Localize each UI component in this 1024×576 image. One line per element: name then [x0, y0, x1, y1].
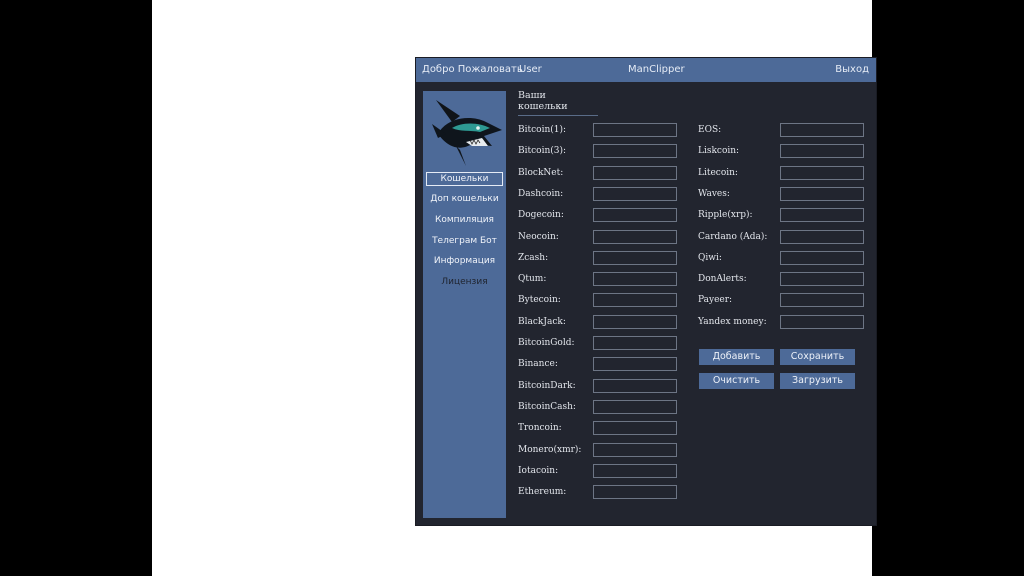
wallet-address-input[interactable]: [593, 208, 677, 223]
wallet-address-input[interactable]: [593, 144, 677, 159]
wallet-label: Bitcoin(1):: [518, 125, 567, 135]
wallet-address-input[interactable]: [780, 186, 864, 201]
wallet-address-input[interactable]: [593, 485, 677, 500]
exit-button[interactable]: Выход: [835, 64, 869, 75]
wallet-label: Waves:: [698, 188, 730, 199]
wallet-label: Qiwi:: [698, 252, 722, 263]
save-button[interactable]: Сохранить: [780, 349, 855, 365]
wallet-address-input[interactable]: [780, 314, 864, 329]
wallet-address-input[interactable]: [593, 442, 677, 457]
app-window: Добро Пожаловать User ManClipper Выход К…: [416, 58, 876, 525]
wallet-label: Dogecoin:: [518, 210, 564, 221]
load-button[interactable]: Загрузить: [780, 373, 855, 389]
wallet-address-input[interactable]: [593, 421, 677, 436]
wallet-label: Yandex money:: [698, 316, 767, 327]
wallet-label: Payeer:: [698, 295, 733, 306]
wallet-label: Litecoin:: [698, 167, 738, 178]
wallet-label: Liskcoin:: [698, 146, 740, 157]
wallet-label: BitcoinDark:: [518, 380, 576, 391]
welcome-text: Добро Пожаловать: [422, 64, 523, 75]
wallet-label: Ethereum:: [518, 487, 567, 498]
wallet-address-input[interactable]: [780, 208, 864, 223]
wallet-label: Zcash:: [518, 252, 549, 263]
wallet-label: Monero(xmr):: [518, 444, 582, 455]
username: User: [519, 64, 542, 75]
screenshot-canvas: Добро Пожаловать User ManClipper Выход К…: [152, 0, 876, 576]
wallet-label: DonAlerts:: [698, 274, 747, 285]
wallet-address-input[interactable]: [780, 293, 864, 308]
shark-logo-icon: [432, 100, 502, 166]
wallet-address-input[interactable]: [593, 123, 677, 137]
wallet-address-input[interactable]: [593, 186, 677, 201]
wallet-address-input[interactable]: [593, 293, 677, 308]
add-button[interactable]: Добавить: [699, 349, 774, 365]
wallet-label: BlackJack:: [518, 316, 566, 327]
wallet-address-input[interactable]: [593, 272, 677, 287]
title-bar: Добро Пожаловать User ManClipper Выход: [416, 58, 876, 82]
wallet-label: Troncoin:: [518, 423, 562, 434]
wallet-label: Bytecoin:: [518, 295, 561, 306]
wallet-address-input[interactable]: [593, 399, 677, 414]
nav-compilation[interactable]: Компиляция: [426, 213, 503, 227]
wallet-label: Ripple(xrp):: [698, 210, 753, 221]
wallet-label: Iotacoin:: [518, 465, 559, 476]
wallet-address-input[interactable]: [593, 463, 677, 478]
wallet-address-input[interactable]: [593, 357, 677, 372]
wallet-address-input[interactable]: [593, 314, 677, 329]
wallet-label: Neocoin:: [518, 231, 559, 242]
wallet-label: Cardano (Ada):: [698, 231, 768, 242]
nav-extra-wallets[interactable]: Доп кошельки: [426, 192, 503, 206]
wallet-label: Bitcoin(3):: [518, 146, 567, 157]
wallet-address-input[interactable]: [593, 229, 677, 244]
wallet-address-input[interactable]: [780, 123, 864, 137]
app-title: ManClipper: [628, 64, 685, 75]
wallet-label: Dashcoin:: [518, 188, 564, 199]
wallet-label: EOS:: [698, 125, 722, 135]
clear-button[interactable]: Очистить: [699, 373, 774, 389]
wallet-label: BlockNet:: [518, 167, 564, 178]
section-title: Ваши кошельки: [518, 90, 598, 116]
wallet-address-input[interactable]: [593, 250, 677, 265]
wallet-label: Binance:: [518, 359, 558, 370]
wallet-address-input[interactable]: [593, 378, 677, 393]
wallet-label: Qtum:: [518, 274, 547, 285]
wallet-address-input[interactable]: [593, 165, 677, 180]
wallet-label: BitcoinGold:: [518, 338, 575, 348]
wallet-address-input[interactable]: [780, 165, 864, 180]
nav-wallets[interactable]: Кошельки: [426, 172, 503, 186]
wallet-address-input[interactable]: [780, 250, 864, 265]
wallet-address-input[interactable]: [593, 336, 677, 350]
nav-telegram-bot[interactable]: Телеграм Бот: [426, 234, 503, 248]
sidebar: Кошельки Доп кошельки Компиляция Телегра…: [423, 91, 506, 518]
wallet-address-input[interactable]: [780, 144, 864, 159]
nav-information[interactable]: Информация: [426, 254, 503, 268]
nav-license[interactable]: Лицензия: [426, 275, 503, 289]
wallet-address-input[interactable]: [780, 229, 864, 244]
wallet-label: BitcoinCash:: [518, 401, 576, 412]
wallet-address-input[interactable]: [780, 272, 864, 287]
